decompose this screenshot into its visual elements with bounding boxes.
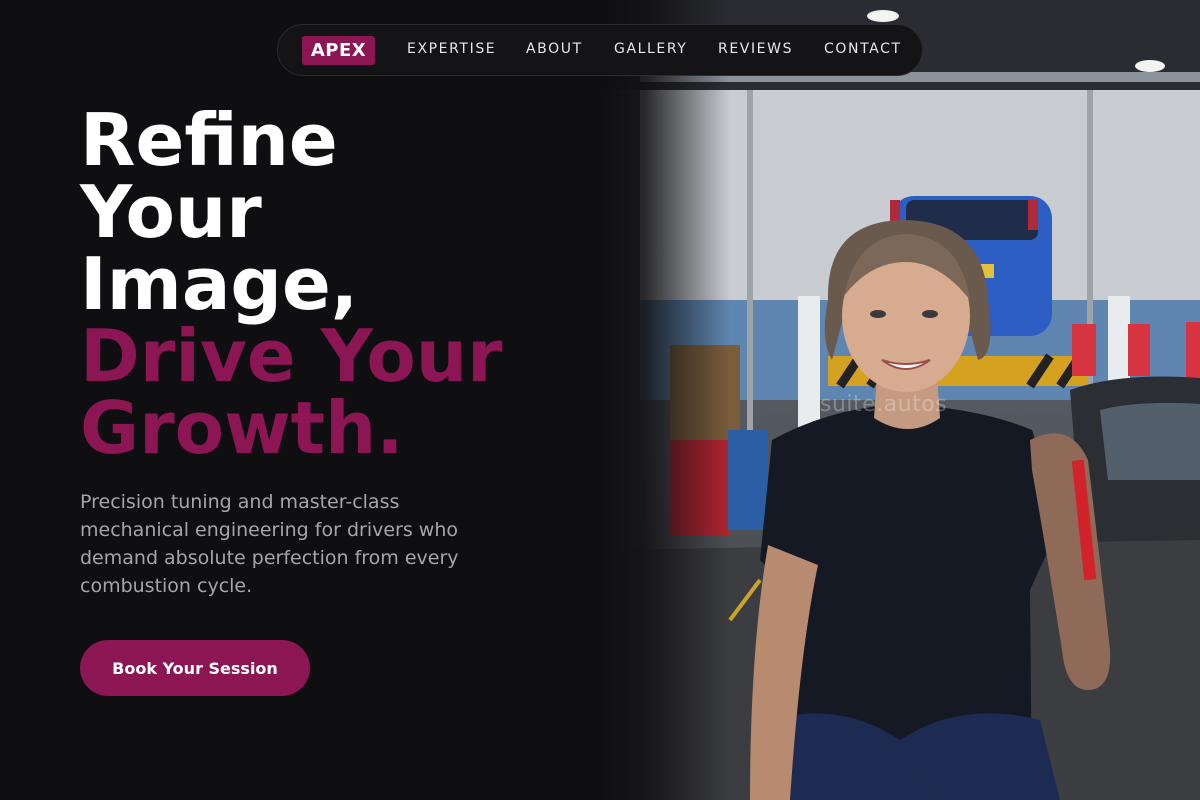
nav-link-gallery[interactable]: GALLERY [614,41,687,57]
book-session-button[interactable]: Book Your Session [80,640,310,696]
headline-line: Your [80,170,262,254]
headline-accent-line: Growth. [80,386,404,470]
photo-gradient-overlay [600,0,730,800]
nav-link-contact[interactable]: CONTACT [824,41,902,57]
hero-headline: Refine Your Image, Drive Your Growth. [80,104,503,464]
nav-link-about[interactable]: ABOUT [526,41,583,57]
headline-line: Refine [80,98,338,182]
nav-link-expertise[interactable]: EXPERTISE [407,41,496,57]
top-navigation: APEX EXPERTISE ABOUT GALLERY REVIEWS CON… [277,24,923,76]
headline-accent-line: Drive Your [80,314,503,398]
hero-subcopy: Precision tuning and master-class mechan… [80,491,459,597]
headline-line: Image, [80,242,359,326]
photo-watermark: suite.autos [820,392,948,417]
brand-logo[interactable]: APEX [302,36,375,65]
nav-link-reviews[interactable]: REVIEWS [718,41,793,57]
